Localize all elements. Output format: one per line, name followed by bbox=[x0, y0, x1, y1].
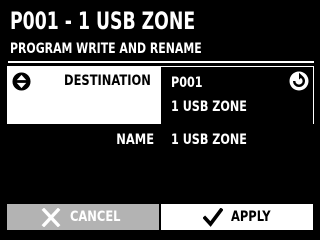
page-subtitle: PROGRAM WRITE AND RENAME bbox=[10, 41, 202, 57]
destination-value-cell[interactable]: P001 1 USB ZONE bbox=[161, 66, 314, 124]
destination-program-number: P001 bbox=[171, 75, 203, 91]
program-write-screen: P001 - 1 USB ZONE PROGRAM WRITE AND RENA… bbox=[0, 0, 320, 240]
title-divider bbox=[8, 61, 314, 63]
name-field[interactable]: 1 USB ZONE bbox=[171, 131, 247, 149]
cancel-button[interactable]: CANCEL bbox=[7, 204, 159, 230]
destination-row[interactable]: DESTINATION P001 1 USB ZONE bbox=[7, 66, 314, 124]
apply-label: APPLY bbox=[231, 209, 271, 225]
destination-program-name: 1 USB ZONE bbox=[171, 99, 247, 115]
name-label: NAME bbox=[116, 132, 154, 148]
cancel-label: CANCEL bbox=[70, 209, 121, 225]
checkmark-icon bbox=[203, 208, 223, 227]
destination-label: DESTINATION bbox=[64, 73, 151, 89]
apply-button[interactable]: APPLY bbox=[161, 204, 313, 230]
up-down-circle-icon bbox=[12, 72, 31, 91]
rotate-circle-icon[interactable] bbox=[289, 71, 309, 91]
destination-label-cell[interactable]: DESTINATION bbox=[7, 66, 161, 124]
page-title: P001 - 1 USB ZONE bbox=[10, 7, 196, 35]
x-icon bbox=[41, 208, 61, 227]
